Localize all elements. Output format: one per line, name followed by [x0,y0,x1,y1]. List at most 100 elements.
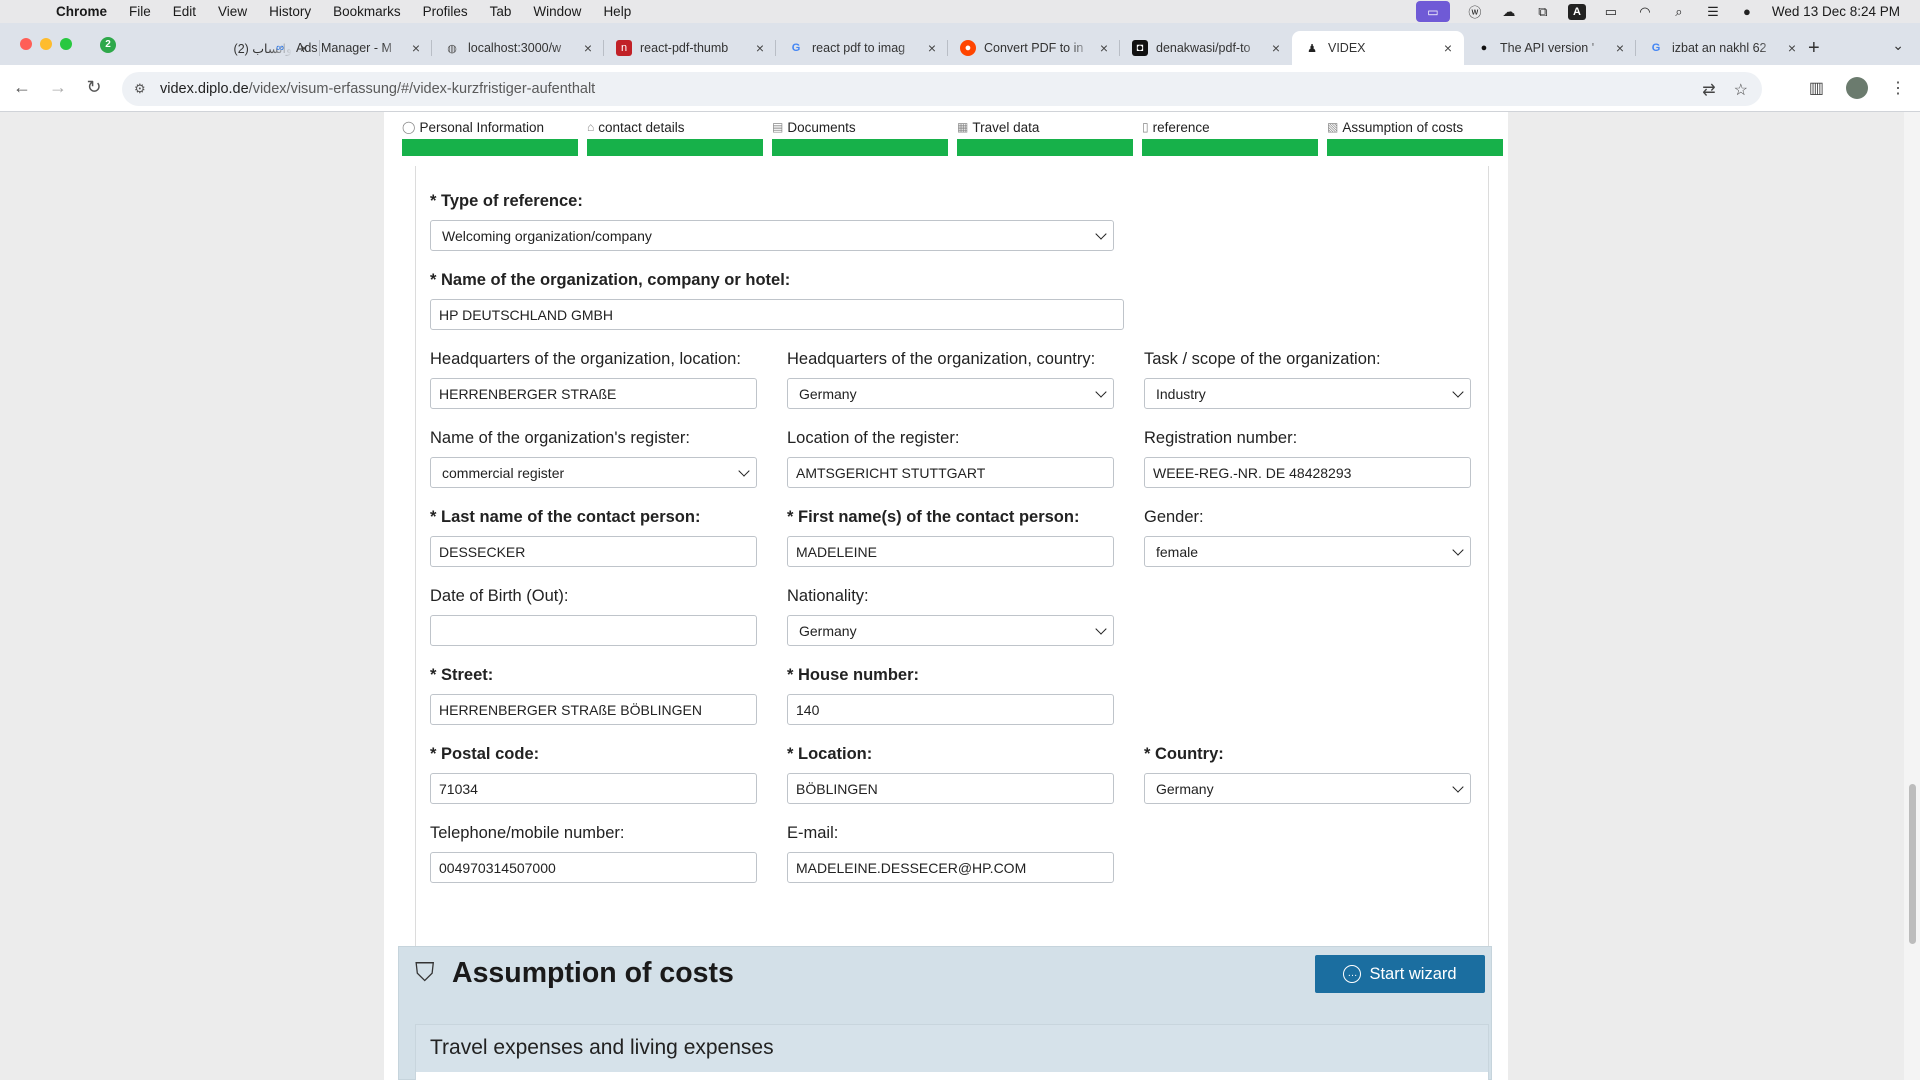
telephone-input[interactable]: 004970314507000 [430,852,757,883]
postal-code-input[interactable]: 71034 [430,773,757,804]
org-name-label: * Name of the organization, company or h… [430,271,791,289]
tab-group-badge[interactable]: 2 [100,37,116,53]
close-tab-icon[interactable]: × [1612,40,1628,56]
spotlight-search-icon[interactable]: ⌕ [1670,4,1688,19]
menu-edit[interactable]: Edit [173,4,196,19]
start-wizard-button[interactable]: … Start wizard [1315,955,1485,993]
close-tab-icon[interactable]: × [752,40,768,56]
close-window-button[interactable] [20,38,32,50]
close-tab-icon[interactable]: × [408,40,424,56]
page-scrollbar[interactable] [1904,112,1920,1080]
tab-videx[interactable]: ♟ VIDEX × [1292,31,1464,65]
reload-icon[interactable]: ↻ [83,77,105,98]
menu-tab[interactable]: Tab [490,4,512,19]
back-arrow-icon[interactable]: ← [11,77,33,98]
menu-profiles[interactable]: Profiles [423,4,468,19]
menubar-clock[interactable]: Wed 13 Dec 8:24 PM [1772,4,1900,19]
tab-denakwasi[interactable]: ◘ denakwasi/pdf-to × [1120,31,1292,65]
country-select[interactable]: Germany [1144,773,1471,804]
hq-location-input[interactable]: HERRENBERGER STRAßE [430,378,757,409]
chevron-down-icon [738,465,750,477]
more-menu-icon[interactable]: ⋮ [1890,78,1906,98]
menu-help[interactable]: Help [603,4,631,19]
nationality-select[interactable]: Germany [787,615,1114,646]
close-tab-icon[interactable]: × [1268,40,1284,56]
registration-number-input[interactable]: WEEE-REG.-NR. DE 48428293 [1144,457,1471,488]
org-name-input[interactable]: HP DEUTSCHLAND GMBH [430,299,1124,330]
tab-search-chevron-icon[interactable]: ⌄ [1892,37,1904,54]
side-panel-icon[interactable]: ▥ [1809,78,1824,98]
email-input[interactable]: MADELEINE.DESSECER@HP.COM [787,852,1114,883]
step-assumption-of-costs[interactable]: ▧ Assumption of costs [1327,118,1503,156]
site-info-icon[interactable]: ⚙ [134,81,150,97]
register-location-input[interactable]: AMTSGERICHT STUTTGART [787,457,1114,488]
scrollbar-thumb[interactable] [1909,784,1916,944]
menu-chrome[interactable]: Chrome [56,4,107,19]
contact-first-name-input[interactable]: MADELEINE [787,536,1114,567]
siri-icon[interactable]: ● [1738,4,1756,19]
wordpress-icon[interactable]: ⓦ [1466,5,1484,20]
google-icon: G [791,42,801,54]
close-tab-icon[interactable]: × [1096,40,1112,56]
menu-bookmarks[interactable]: Bookmarks [333,4,401,19]
step-contact-details[interactable]: ⌂ contact details [587,118,763,156]
menu-history[interactable]: History [269,4,311,19]
step-progress-bar [772,139,948,156]
tab-localhost[interactable]: ◍ localhost:3000/w × [432,31,604,65]
minimize-window-button[interactable] [40,38,52,50]
tab-convert-pdf[interactable]: ● Convert PDF to in × [948,31,1120,65]
gender-select[interactable]: female [1144,536,1471,567]
menu-file[interactable]: File [129,4,151,19]
step-documents[interactable]: ▤ Documents [772,118,948,156]
register-name-select[interactable]: commercial register [430,457,757,488]
tab-react-pdf-to-image[interactable]: G react pdf to imag × [776,31,948,65]
close-tab-icon[interactable]: × [580,40,596,56]
input-source-icon[interactable]: A [1567,3,1586,20]
register-name-label: Name of the organization's register: [430,429,690,447]
url-path: /videx/visum-erfassung/#/videx-kurzfrist… [248,81,596,97]
location-input[interactable]: BÖBLINGEN [787,773,1114,804]
wifi-icon[interactable]: ◠ [1636,4,1654,19]
google-icon: G [1651,42,1661,54]
step-label: reference [1152,119,1210,135]
close-tab-icon[interactable]: × [924,40,940,56]
battery-icon[interactable]: ▭ [1602,4,1620,19]
step-reference[interactable]: ▯ reference [1142,118,1318,156]
translate-icon[interactable]: ⇄ [1702,80,1715,100]
street-input[interactable]: HERRENBERGER STRAßE BÖBLINGEN [430,694,757,725]
step-travel-data[interactable]: ▦ Travel data [957,118,1133,156]
contact-last-name-label: * Last name of the contact person: [430,508,701,526]
home-icon: ⌂ [587,120,595,134]
cloud-icon[interactable]: ☁ [1500,4,1518,19]
profile-avatar[interactable] [1846,77,1868,99]
select-value: commercial register [442,464,565,481]
screen-share-icon[interactable]: ▭ [1415,1,1450,22]
hq-country-select[interactable]: Germany [787,378,1114,409]
tab-api-version[interactable]: ● The API version ' × [1464,31,1636,65]
address-bar[interactable]: ⚙ videx.diplo.de/videx/visum-erfassung/#… [122,72,1762,106]
forward-arrow-icon[interactable]: → [47,77,69,98]
type-of-reference-select[interactable]: Welcoming organization/company [430,220,1114,251]
menu-view[interactable]: View [218,4,247,19]
window-controls [20,38,72,50]
date-of-birth-input[interactable] [430,615,757,646]
close-tab-icon[interactable]: × [1440,40,1456,56]
chevron-down-icon [1095,623,1107,635]
task-scope-select[interactable]: Industry [1144,378,1471,409]
tab-ads-manager[interactable]: ∞ Ads Manager - M × [260,31,432,65]
bookmark-star-icon[interactable]: ☆ [1734,80,1748,100]
contact-last-name-input[interactable]: DESSECKER [430,536,757,567]
house-number-input[interactable]: 140 [787,694,1114,725]
address-url[interactable]: videx.diplo.de/videx/visum-erfassung/#/v… [160,81,595,97]
person-icon: ◯ [402,120,416,134]
tab-izbat-an-nakhl[interactable]: G izbat an nakhl 62 × [1636,31,1808,65]
menu-window[interactable]: Window [533,4,581,19]
step-personal-information[interactable]: ◯ Personal Information [402,118,578,156]
close-tab-icon[interactable]: × [1784,40,1800,56]
control-center-icon[interactable]: ☰ [1704,4,1722,19]
fullscreen-window-button[interactable] [60,38,72,50]
new-tab-button[interactable]: + [1808,37,1820,60]
select-value: Germany [799,385,857,402]
tab-react-pdf-thumb[interactable]: n react-pdf-thumb × [604,31,776,65]
window-icon[interactable]: ⧉ [1534,4,1552,19]
